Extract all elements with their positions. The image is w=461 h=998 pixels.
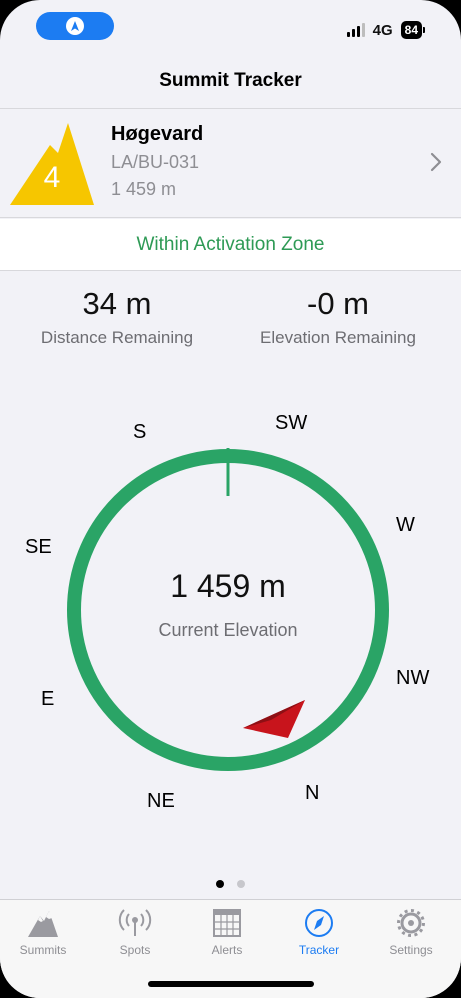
tab-alerts[interactable]: Alerts [181,908,273,957]
network-type: 4G [372,21,393,39]
tab-label-spots: Spots [119,943,151,957]
compass-label-n: N [305,782,320,804]
page-dot-1[interactable] [216,880,224,888]
compass-label-sw: SW [275,412,308,434]
tab-label-settings: Settings [389,943,433,957]
current-elevation-label: Current Elevation [158,620,298,640]
distance-remaining-label: Distance Remaining [40,328,194,347]
compass-label-ne: NE [147,790,175,812]
gear-icon [397,909,425,937]
tab-label-alerts: Alerts [211,943,243,957]
page-dot-2[interactable] [237,880,245,888]
calendar-icon [213,909,241,937]
compass-label-e: E [41,688,55,710]
navigation-arrow-icon [66,17,84,35]
navigation-status-pill[interactable] [36,12,114,40]
tab-spots[interactable]: Spots [89,908,181,957]
compass-ring [67,448,389,771]
page-title: Summit Tracker [159,70,302,91]
phone-screen: 4G 84 Summit Tracker 4 Høgevard LA/BU-03… [0,0,461,998]
battery-level: 84 [400,21,422,39]
summit-points: 4 [43,161,61,194]
distance-remaining-value: 34 m [82,286,152,321]
battery-icon: 84 [400,21,425,39]
tab-summits[interactable]: Summits [0,908,89,957]
status-bar-right: 4G 84 [346,20,425,40]
compass-icon [305,909,333,937]
compass-label-se: SE [25,536,52,558]
compass-label-nw: NW [396,667,430,689]
compass-label-w: W [396,514,415,536]
current-elevation-value: 1 459 m [170,568,286,604]
activation-zone-status: Within Activation Zone [0,219,461,271]
tab-label-summits: Summits [19,943,67,957]
chevron-right-icon [430,152,442,172]
tab-label-tracker: Tracker [298,943,340,957]
elevation-remaining-label: Elevation Remaining [260,328,416,347]
cellular-signal-icon [346,23,365,37]
page-indicator[interactable] [0,880,461,888]
elevation-remaining-value: -0 m [307,286,369,321]
summit-name: Høgevard [111,123,204,145]
elevation-remaining-stat: -0 m Elevation Remaining [238,286,438,348]
mountain-icon [28,911,58,937]
direction-pointer-icon [243,700,305,738]
summit-reference: LA/BU-031 [111,152,200,172]
tab-tracker[interactable]: Tracker [273,908,365,957]
tab-settings[interactable]: Settings [365,908,457,957]
distance-remaining-stat: 34 m Distance Remaining [17,286,217,348]
summit-altitude: 1 459 m [111,179,177,199]
compass-label-s: S [133,421,147,443]
antenna-icon [118,909,152,936]
home-indicator[interactable] [148,981,314,987]
summit-detail-row[interactable]: 4 Høgevard LA/BU-031 1 459 m [0,108,461,218]
